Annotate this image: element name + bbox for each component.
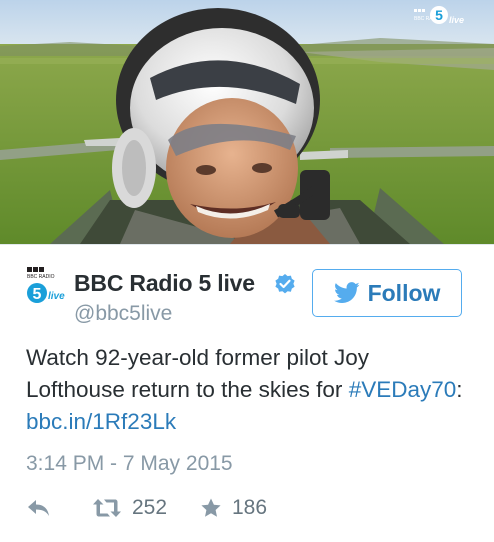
retweet-button[interactable]: 252 bbox=[92, 492, 167, 524]
follow-label: Follow bbox=[367, 279, 441, 306]
retweet-count: 252 bbox=[132, 496, 168, 519]
tweet-timestamp[interactable]: 3:14 PM - 7 May 2015 bbox=[26, 452, 233, 476]
twitter-bird-icon bbox=[333, 282, 360, 304]
hashtag-link[interactable]: #VEDay70 bbox=[349, 377, 457, 402]
favorite-button[interactable]: 186 bbox=[200, 492, 267, 524]
url-link[interactable]: bbc.in/1Rf23Lk bbox=[26, 409, 176, 434]
star-icon bbox=[200, 497, 222, 519]
tweet-header: BBC RADIO 5 live BBC Radio 5 live @bbc5l… bbox=[26, 266, 466, 326]
watermark-number: 5 bbox=[435, 7, 443, 23]
tweet-text-separator: : bbox=[456, 377, 463, 402]
favorite-count: 186 bbox=[232, 496, 268, 519]
avatar-top-text: BBC RADIO bbox=[27, 274, 55, 280]
tweet-actions: 252 186 bbox=[26, 492, 466, 524]
avatar-word: live bbox=[48, 291, 65, 302]
retweet-icon bbox=[92, 497, 122, 519]
verified-badge-icon bbox=[274, 273, 296, 295]
tweet-media-image[interactable]: BBC RADIO 5 live bbox=[0, 0, 494, 244]
reply-icon bbox=[26, 498, 52, 518]
account-handle[interactable]: @bbc5live bbox=[74, 302, 172, 326]
tweet-text-body: Watch 92-year-old former pilot Joy Lofth… bbox=[26, 345, 370, 402]
watermark-word: live bbox=[449, 15, 464, 25]
follow-button[interactable]: Follow bbox=[312, 269, 462, 317]
tweet-text: Watch 92-year-old former pilot Joy Lofth… bbox=[26, 342, 466, 438]
reply-button[interactable] bbox=[26, 492, 52, 524]
account-name[interactable]: BBC Radio 5 live bbox=[74, 270, 255, 297]
media-divider bbox=[0, 244, 494, 245]
avatar[interactable]: BBC RADIO 5 live bbox=[26, 266, 68, 308]
avatar-number: 5 bbox=[33, 286, 42, 303]
